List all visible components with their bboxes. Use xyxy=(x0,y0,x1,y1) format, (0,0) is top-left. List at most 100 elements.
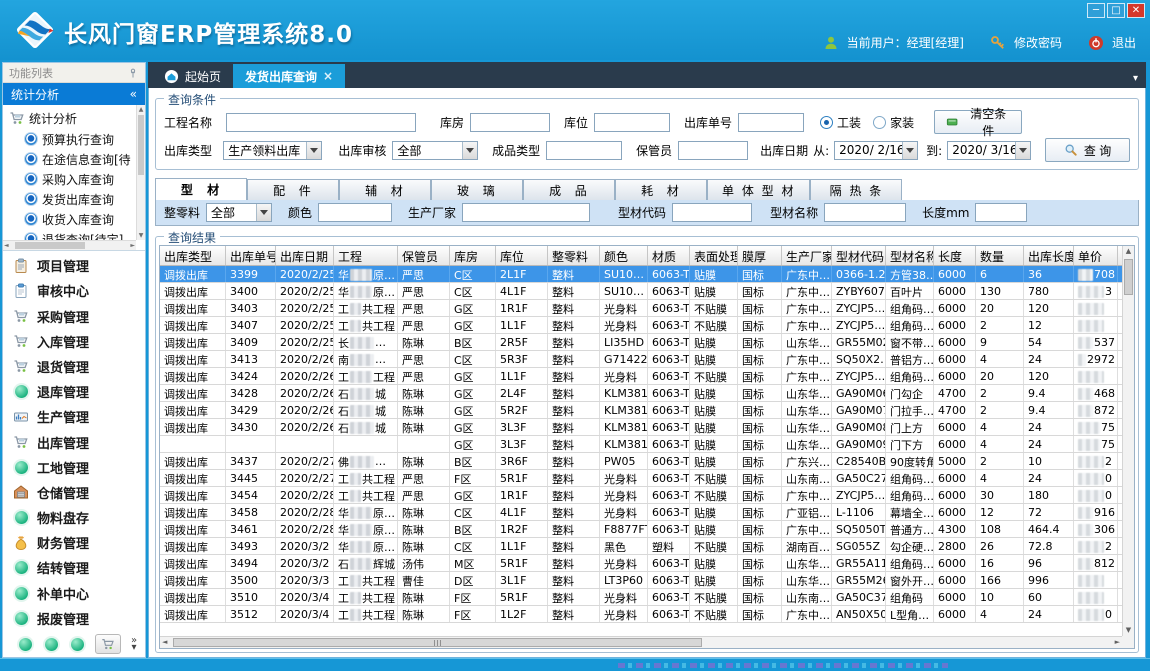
table-row[interactable]: 调拨出库34452020/2/27工共工程严思F区5R1F整料光身料6063-T… xyxy=(160,470,1122,487)
table-row[interactable]: 调拨出库34132020/2/26南…严思C区5R3F整料G714226063-… xyxy=(160,351,1122,368)
collapse-icon[interactable]: « xyxy=(130,87,137,101)
table-row[interactable]: 调拨出库34932020/3/2华原…陈琳C区1L1F整料黑色塑料不贴膜国标湖南… xyxy=(160,538,1122,555)
column-header[interactable]: 库房 xyxy=(450,246,496,265)
color-input[interactable] xyxy=(318,203,392,222)
sidebar-item-采购管理[interactable]: 采购管理 xyxy=(3,304,145,329)
material-tab-7[interactable]: 单 体 型 材 xyxy=(707,179,810,200)
column-header[interactable]: 材质 xyxy=(648,246,690,265)
table-row[interactable]: 调拨出库34542020/2/28工共工程严思G区1R1F整料光身料6063-T… xyxy=(160,487,1122,504)
radio-home-label[interactable]: 家装 xyxy=(890,114,914,131)
project-name-input[interactable] xyxy=(226,113,416,132)
sidebar-item-财务管理[interactable]: 财务管理 xyxy=(3,530,145,555)
close-button[interactable]: ✕ xyxy=(1127,3,1145,18)
tab-shipping-outbound-query[interactable]: 发货出库查询 × xyxy=(233,64,345,88)
column-header[interactable]: 长度 xyxy=(934,246,976,265)
sidebar-item-结转管理[interactable]: 结转管理 xyxy=(3,555,145,580)
search-button[interactable]: 查 询 xyxy=(1045,138,1130,162)
sidebar-item-入库管理[interactable]: 入库管理 xyxy=(3,329,145,354)
column-header[interactable]: 型材代码 xyxy=(832,246,886,265)
sidebar-item-生产管理[interactable]: 生产管理 xyxy=(3,404,145,429)
radio-workwear-label[interactable]: 工装 xyxy=(837,114,861,131)
material-tab-1[interactable]: 型 材 xyxy=(155,178,247,200)
column-header[interactable]: 生产厂家 xyxy=(782,246,832,265)
table-row[interactable]: 调拨出库34002020/2/25华原…严思C区4L1F整料SU10…6063-… xyxy=(160,283,1122,300)
sidebar-item-工地管理[interactable]: 工地管理 xyxy=(3,455,145,480)
table-row[interactable]: 调拨出库34372020/2/27佛…陈琳B区3R6F整料PW056063-T5… xyxy=(160,453,1122,470)
column-header[interactable]: 膜厚 xyxy=(738,246,782,265)
material-tab-2[interactable]: 配 件 xyxy=(247,179,339,200)
table-row[interactable]: 调拨出库34302020/2/26石城陈琳G区3L3F整料KLM38176063… xyxy=(160,419,1122,436)
logout-link[interactable]: 退出 xyxy=(1112,34,1136,51)
table-row[interactable]: 调拨出库34242020/2/26工工程严思G区1L1F整料光身料6063-T5… xyxy=(160,368,1122,385)
table-row[interactable]: 调拨出库34032020/2/25工共工程严思G区1R1F整料光身料6063-T… xyxy=(160,300,1122,317)
tree-item[interactable]: 预算执行查询 xyxy=(9,129,136,149)
column-header[interactable]: 型材名称 xyxy=(886,246,934,265)
table-row[interactable]: 调拨出库34612020/2/28华原…陈琳B区1R2F整料F8877FT606… xyxy=(160,521,1122,538)
date-from-picker[interactable]: 2020/ 2/16 xyxy=(834,141,918,160)
warehouse-input[interactable] xyxy=(470,113,550,132)
keeper-input[interactable] xyxy=(678,141,748,160)
sidebar-item-仓储管理[interactable]: 仓储管理 xyxy=(3,480,145,505)
length-input[interactable] xyxy=(975,203,1027,222)
more-menus-button[interactable]: »▾ xyxy=(131,637,137,651)
table-row[interactable]: 调拨出库34942020/3/2石辉城汤伟M区5R1F整料光身料6063-T5贴… xyxy=(160,555,1122,572)
profile-name-input[interactable] xyxy=(824,203,906,222)
table-row[interactable]: 调拨出库34072020/2/25工共工程严思G区1L1F整料光身料6063-T… xyxy=(160,317,1122,334)
table-row[interactable]: 调拨出库35102020/3/4工共工程陈琳F区5R1F整料光身料6063-T5… xyxy=(160,589,1122,606)
material-tab-3[interactable]: 辅 材 xyxy=(339,179,431,200)
tree-item[interactable]: 收货入库查询 xyxy=(9,209,136,229)
tree-item[interactable]: 采购入库查询 xyxy=(9,169,136,189)
table-row[interactable]: 调拨出库33992020/2/25华原…严思C区2L1F整料SU10…6063-… xyxy=(160,266,1122,283)
section-header-statistics[interactable]: 统计分析 « xyxy=(3,83,145,105)
column-header[interactable]: 出库日期 xyxy=(276,246,334,265)
column-header[interactable]: 表面处理 xyxy=(690,246,738,265)
product-type-input[interactable] xyxy=(546,141,622,160)
tree-item[interactable]: 在途信息查询[待 xyxy=(9,149,136,169)
table-row[interactable]: 调拨出库34292020/2/26石城陈琳G区5R2F整料KLM38176063… xyxy=(160,402,1122,419)
tree-vertical-scrollbar[interactable]: ▲▼ xyxy=(136,105,145,240)
table-row[interactable]: 调拨出库35122020/3/4工共工程陈琳F区1L2F整料光身料6063-T5… xyxy=(160,606,1122,623)
radio-workwear[interactable] xyxy=(820,116,833,129)
date-to-picker[interactable]: 2020/ 3/16 xyxy=(947,141,1031,160)
sidebar-item-出库管理[interactable]: 出库管理 xyxy=(3,430,145,455)
sidebar-item-报废管理[interactable]: 报废管理 xyxy=(3,606,145,631)
column-header[interactable]: 数量 xyxy=(976,246,1024,265)
column-header[interactable]: 出库长度 xyxy=(1024,246,1074,265)
radio-home-decoration[interactable] xyxy=(873,116,886,129)
sidebar-item-退库管理[interactable]: 退库管理 xyxy=(3,379,145,404)
sidebar-item-退货管理[interactable]: 退货管理 xyxy=(3,354,145,379)
column-header[interactable]: 颜色 xyxy=(600,246,648,265)
order-no-input[interactable] xyxy=(738,113,804,132)
profile-code-input[interactable] xyxy=(672,203,752,222)
change-password-link[interactable]: 修改密码 xyxy=(1014,34,1062,51)
column-header[interactable]: 工程 xyxy=(334,246,398,265)
column-header[interactable]: 单价 xyxy=(1074,246,1118,265)
table-row[interactable]: G区3L3F整料KLM38176063-T5贴膜国标山东华…GA90M09.门下… xyxy=(160,436,1122,453)
dot-icon[interactable] xyxy=(19,638,32,651)
table-horizontal-scrollbar[interactable]: ◄ ► xyxy=(160,636,1122,648)
table-row[interactable]: 调拨出库34282020/2/26石城陈琳G区2L4F整料KLM38176063… xyxy=(160,385,1122,402)
dot-icon[interactable] xyxy=(45,638,58,651)
table-row[interactable]: 调拨出库34092020/2/25长…陈琳B区2R5F整料LI35HD6063-… xyxy=(160,334,1122,351)
maximize-button[interactable]: □ xyxy=(1107,3,1125,18)
tab-overflow-icon[interactable]: ▾ xyxy=(1133,73,1146,88)
sidebar-item-物料盘存[interactable]: 物料盘存 xyxy=(3,505,145,530)
column-header[interactable]: 库位 xyxy=(496,246,548,265)
tree-item[interactable]: 发货出库查询 xyxy=(9,189,136,209)
sidebar-item-项目管理[interactable]: 项目管理 xyxy=(3,253,145,278)
location-input[interactable] xyxy=(594,113,670,132)
cart-shortcut-button[interactable] xyxy=(95,634,121,654)
table-row[interactable]: 调拨出库34582020/2/28华原…陈琳C区4L1F整料光身料6063-T5… xyxy=(160,504,1122,521)
material-tab-5[interactable]: 成 品 xyxy=(523,179,615,200)
maker-input[interactable] xyxy=(462,203,590,222)
dot-icon[interactable] xyxy=(71,638,84,651)
out-type-combo[interactable]: 生产领料出库 xyxy=(223,141,322,160)
tab-home[interactable]: 起始页 xyxy=(152,64,233,88)
clear-conditions-button[interactable]: 清空条件 xyxy=(934,110,1022,134)
tree-horizontal-scrollbar[interactable]: ◄► xyxy=(3,240,136,250)
column-header[interactable]: 保管员 xyxy=(398,246,450,265)
column-header[interactable]: 出库类型 xyxy=(160,246,226,265)
table-vertical-scrollbar[interactable]: ▲▼ xyxy=(1122,246,1134,636)
tab-close-icon[interactable]: × xyxy=(323,69,333,83)
material-tab-8[interactable]: 隔 热 条 xyxy=(810,179,902,200)
